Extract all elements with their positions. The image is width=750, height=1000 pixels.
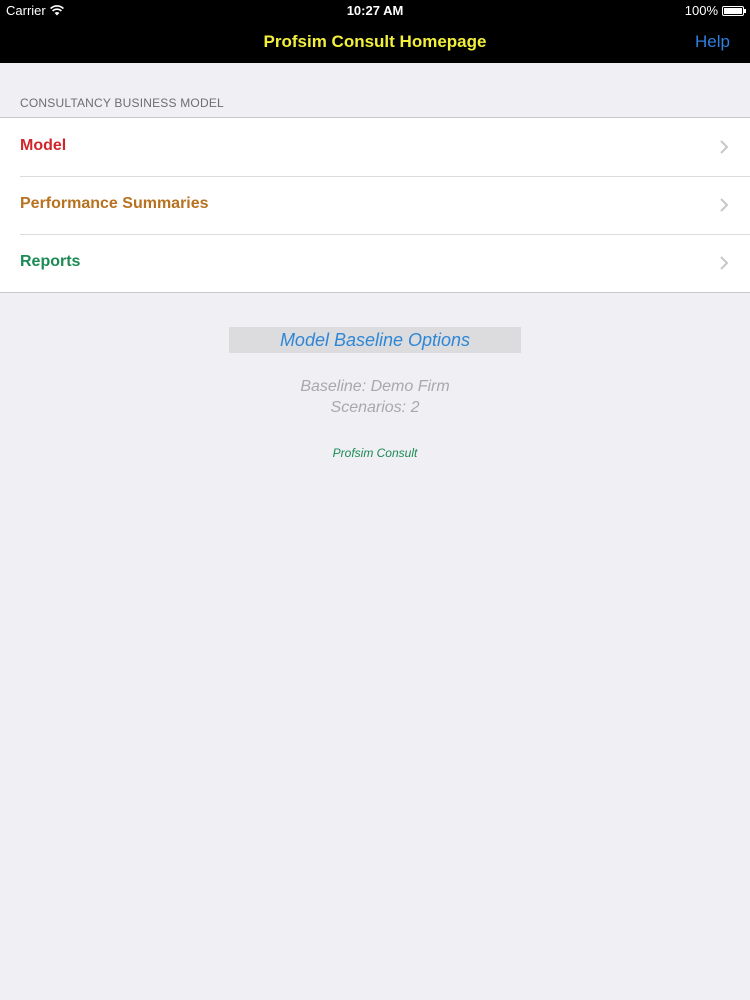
menu-item-label: Model: [20, 137, 67, 154]
footer-brand: Profsim Consult: [332, 446, 418, 460]
menu-table: Model Performance Summaries Reports: [0, 117, 750, 293]
page-title: Profsim Consult Homepage: [263, 32, 487, 51]
chevron-right-icon: [720, 140, 729, 154]
model-baseline-options-button[interactable]: Model Baseline Options: [229, 327, 521, 353]
baseline-label: Baseline: Demo Firm: [300, 378, 450, 395]
battery-indicator: 100%: [684, 3, 746, 18]
battery-percent: 100%: [684, 3, 718, 18]
clock: 10:27 AM: [346, 3, 404, 18]
navigation-bar: Profsim Consult Homepage Help: [0, 22, 750, 63]
battery-icon: [722, 5, 746, 16]
menu-item-label: Reports: [20, 253, 81, 270]
chevron-right-icon: [720, 256, 729, 270]
menu-item-performance-summaries[interactable]: Performance Summaries: [0, 176, 750, 234]
menu-item-label: Performance Summaries: [20, 195, 209, 212]
section-header: CONSULTANCY BUSINESS MODEL: [20, 96, 224, 110]
menu-item-model[interactable]: Model: [0, 118, 750, 176]
scenarios-label: Scenarios: 2: [330, 399, 420, 416]
menu-item-reports[interactable]: Reports: [0, 234, 750, 292]
status-bar: Carrier 10:27 AM 100%: [0, 0, 750, 22]
help-button[interactable]: Help: [695, 32, 730, 52]
chevron-right-icon: [720, 198, 729, 212]
